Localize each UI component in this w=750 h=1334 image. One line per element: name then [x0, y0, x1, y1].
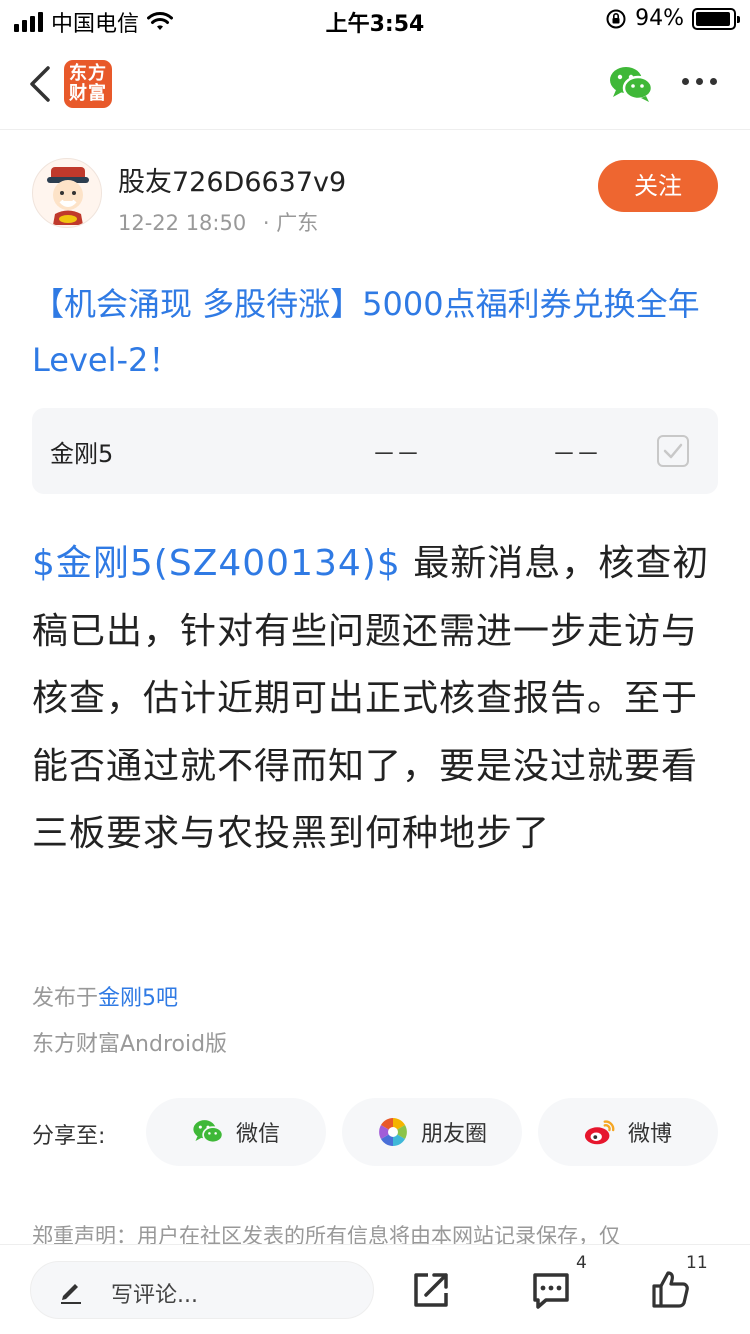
wechat-icon [193, 1120, 224, 1144]
post-time: 12-22 18:50 [118, 211, 247, 235]
post-location: · 广东 [262, 211, 319, 235]
battery-icon [692, 7, 740, 30]
stock-price: －－ [372, 440, 420, 468]
logo-text-top: 东方 [69, 63, 107, 84]
comment-placeholder: 写评论... [111, 1283, 198, 1308]
more-options-icon[interactable] [682, 78, 717, 85]
post-title[interactable]: 【机会涌现 多股待涨】5000点福利券兑换全年Level-2！ [32, 276, 722, 388]
comment-input[interactable]: 写评论... [30, 1261, 374, 1319]
rotation-lock-icon [606, 9, 626, 28]
author-meta: 12-22 18:50 · 广东 [118, 207, 318, 237]
pencil-icon [61, 1284, 81, 1304]
like-count: 11 [686, 1253, 708, 1273]
stock-name: 金刚5 [50, 440, 114, 468]
app-logo: 东方 财富 [64, 60, 112, 108]
post-body: $金刚5(SZ400134)$ 最新消息，核查初稿已出，针对有些问题还需进一步走… [32, 530, 722, 868]
moments-icon [379, 1118, 407, 1146]
share-icon[interactable] [410, 1269, 452, 1311]
post-body-text: 最新消息，核查初稿已出，针对有些问题还需进一步走访与核查，估计近期可出正式核查报… [32, 543, 710, 854]
share-moments-button[interactable]: 朋友圈 [342, 1098, 522, 1166]
share-weibo-label: 微博 [627, 1122, 672, 1147]
avatar[interactable] [32, 158, 102, 228]
published-in: 发布于金刚5吧 [32, 980, 178, 1012]
author-name[interactable]: 股友726D6637v9 [118, 160, 346, 199]
add-watchlist-checkbox-icon[interactable] [656, 434, 690, 468]
stock-bar-link[interactable]: 金刚5吧 [98, 986, 178, 1011]
wechat-icon[interactable] [608, 64, 654, 104]
share-weibo-button[interactable]: 微博 [538, 1098, 718, 1166]
battery-percent: 94% [635, 6, 684, 31]
stock-link[interactable]: $金刚5(SZ400134)$ [32, 543, 401, 584]
status-right: 94% [605, 6, 740, 31]
thumbs-up-icon[interactable] [650, 1269, 692, 1311]
client-label: 东方财富Android版 [32, 1032, 228, 1057]
disclaimer: 郑重声明：用户在社区发表的所有信息将由本网站记录保存，仅 [32, 1224, 620, 1246]
published-prefix: 发布于 [32, 986, 99, 1011]
battery-fill [696, 11, 730, 26]
back-arrow-icon[interactable] [22, 64, 62, 104]
stock-change: －－ [552, 440, 600, 468]
share-wechat-label: 微信 [235, 1122, 280, 1147]
nav-bar: 东方 财富 [0, 40, 750, 130]
comment-icon[interactable] [530, 1269, 572, 1311]
bottom-bar: 写评论... 4 11 [0, 1244, 750, 1334]
stock-card[interactable]: 金刚5 －－ －－ [32, 408, 718, 494]
weibo-icon [584, 1120, 615, 1145]
follow-button[interactable]: 关注 [598, 160, 718, 212]
status-bar: 中国电信 上午3:54 94% [0, 0, 750, 40]
avatar-illustration [47, 167, 89, 225]
logo-text-bottom: 财富 [69, 83, 107, 104]
share-wechat-button[interactable]: 微信 [146, 1098, 326, 1166]
share-moments-label: 朋友圈 [420, 1122, 487, 1147]
share-label: 分享至: [32, 1124, 106, 1149]
comment-count: 4 [576, 1253, 587, 1273]
